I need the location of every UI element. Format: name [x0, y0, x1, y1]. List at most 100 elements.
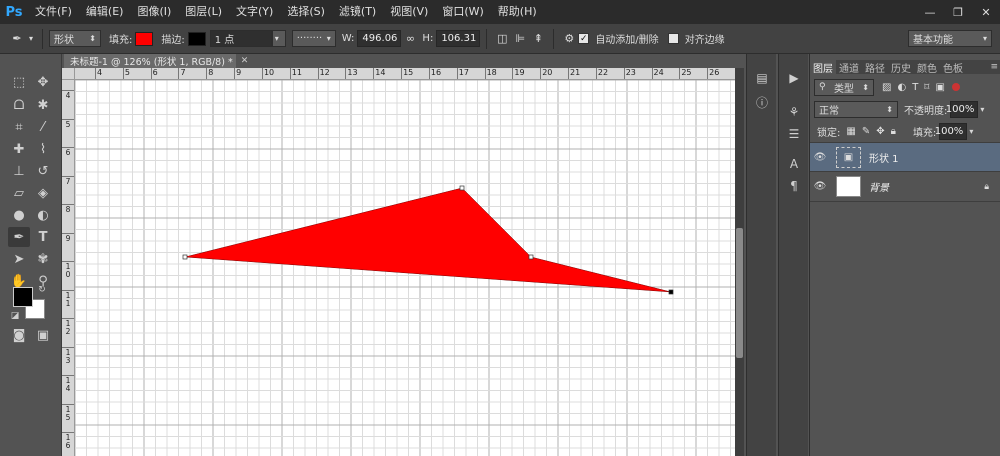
magic-wand-tool-icon[interactable]: ✱ — [32, 95, 54, 115]
path-operations-icon[interactable]: ◫ — [493, 30, 511, 48]
vertical-scrollbar[interactable] — [735, 68, 744, 456]
panel-menu-icon[interactable]: ≡ — [990, 62, 998, 72]
menu-help[interactable]: 帮助(H) — [491, 0, 544, 24]
lock-all-icon[interactable]: 🔒︎ — [891, 126, 896, 137]
marquee-tool-icon[interactable]: ⬚ — [8, 72, 30, 92]
dodge-tool-icon[interactable]: ◐ — [32, 205, 54, 225]
clone-stamp-tool-icon[interactable]: ⊥ — [8, 161, 30, 181]
brush-tool-icon[interactable]: ⌇ — [32, 139, 54, 159]
tab-layers[interactable]: 图层 — [810, 59, 836, 75]
character-panel-icon[interactable]: A — [786, 156, 802, 172]
menu-view[interactable]: 视图(V) — [383, 0, 435, 24]
tab-history[interactable]: 历史 — [888, 60, 914, 75]
ruler-label: 5 — [65, 119, 71, 129]
blur-tool-icon[interactable]: ● — [8, 205, 30, 225]
filter-smart-object-icon[interactable]: ▣ — [935, 82, 944, 93]
layer-name[interactable]: 形状 1 — [869, 150, 899, 165]
chevron-down-icon[interactable]: ▾ — [980, 105, 984, 114]
quick-mask-icon[interactable]: ◙ — [8, 325, 30, 345]
path-selection-tool-icon[interactable]: ➤ — [8, 249, 30, 269]
layer-filter-dropdown[interactable]: ⚲ 类型 ⬍ — [814, 78, 874, 96]
workspace-dropdown[interactable]: 基本功能 ▾ — [908, 30, 992, 47]
menu-file[interactable]: 文件(F) — [28, 0, 79, 24]
brush-presets-icon[interactable]: ⚘ — [786, 104, 802, 120]
fill-color-swatch[interactable] — [135, 31, 154, 46]
ruler-label: 16 — [65, 433, 71, 450]
minimize-button[interactable]: — — [916, 3, 944, 21]
history-brush-tool-icon[interactable]: ↺ — [32, 161, 54, 181]
filter-toggle[interactable] — [951, 83, 960, 91]
visibility-eye-icon[interactable]: 👁︎ — [810, 152, 830, 163]
screen-mode-icon[interactable]: ▣ — [32, 325, 54, 345]
gear-icon[interactable]: ⚙ — [560, 30, 578, 48]
close-icon[interactable]: ✕ — [241, 56, 249, 66]
fill-input[interactable]: 100% — [935, 122, 968, 140]
filter-adjustment-icon[interactable]: ◐ — [897, 82, 906, 93]
stroke-width-dropdown[interactable]: ▾ — [271, 30, 286, 47]
paragraph-panel-icon[interactable]: ¶ — [786, 178, 802, 194]
stroke-color-swatch[interactable] — [187, 31, 206, 46]
adjustments-icon[interactable]: ☰ — [786, 126, 802, 142]
height-input[interactable]: 106.31 — [436, 30, 481, 47]
tab-swatches[interactable]: 色板 — [940, 60, 966, 75]
menu-select[interactable]: 选择(S) — [280, 0, 332, 24]
ruler-corner[interactable] — [62, 68, 75, 80]
tool-mode-dropdown[interactable]: 形状 ⬍ — [49, 30, 101, 47]
width-input[interactable]: 496.06 — [357, 30, 402, 47]
eyedropper-tool-icon[interactable]: ⁄ — [32, 117, 54, 137]
visibility-eye-icon[interactable]: 👁︎ — [810, 181, 830, 192]
link-icon[interactable]: ∞ — [401, 30, 419, 48]
lock-image-icon[interactable]: ✎ — [862, 126, 870, 137]
filter-shape-icon[interactable]: ⌑ — [924, 82, 929, 93]
crop-tool-icon[interactable]: ⌗ — [8, 117, 30, 137]
restore-button[interactable]: ❐ — [944, 3, 972, 21]
filter-type-icon[interactable]: T — [912, 82, 918, 93]
swap-colors-icon[interactable]: ↻ — [36, 284, 48, 296]
tab-channels[interactable]: 通道 — [836, 60, 862, 75]
menu-edit[interactable]: 编辑(E) — [79, 0, 131, 24]
filter-pixel-icon[interactable]: ▨ — [882, 82, 891, 93]
lock-transparent-icon[interactable]: ▦ — [846, 126, 855, 137]
stroke-style-dropdown[interactable]: ········ ▾ — [291, 30, 336, 47]
menu-window[interactable]: 窗口(W) — [435, 0, 490, 24]
tab-color[interactable]: 颜色 — [914, 60, 940, 75]
paint-bucket-tool-icon[interactable]: ◈ — [32, 183, 54, 203]
custom-shape-tool-icon[interactable]: ✾ — [32, 249, 54, 269]
document-tab[interactable]: 未标题-1 @ 126% (形状 1, RGB/8) * ✕ — [64, 54, 248, 68]
opacity-input[interactable]: 100% — [946, 100, 979, 118]
layer-row[interactable]: 👁︎ 背景 🔒︎ — [810, 172, 1000, 202]
menu-type[interactable]: 文字(Y) — [229, 0, 280, 24]
tab-paths[interactable]: 路径 — [862, 60, 888, 75]
canvas[interactable] — [75, 80, 735, 456]
align-edges-checkbox[interactable] — [667, 33, 679, 44]
eraser-tool-icon[interactable]: ▱ — [8, 183, 30, 203]
info-panel-icon[interactable]: ⓘ — [754, 94, 770, 110]
close-button[interactable]: ✕ — [972, 3, 1000, 21]
ruler-horizontal[interactable]: 4 5 6 7 8 9 10 11 12 13 14 15 16 17 18 19 20 21 22 23 24 25 26 — [75, 68, 735, 80]
chevron-down-icon[interactable]: ▾ — [969, 127, 973, 136]
ruler-vertical[interactable]: 4 5 6 7 8 9 10 11 12 13 14 15 16 — [62, 80, 75, 456]
preset-dropdown-icon[interactable]: ▾ — [26, 30, 36, 48]
layer-row[interactable]: 👁︎ ▣ 形状 1 — [810, 142, 1000, 172]
default-colors-icon[interactable]: ◪ — [9, 310, 21, 322]
lock-position-icon[interactable]: ✥ — [876, 126, 884, 137]
layer-name[interactable]: 背景 — [869, 179, 889, 194]
menu-layer[interactable]: 图层(L) — [178, 0, 229, 24]
stroke-width-field[interactable]: 1 点 — [209, 30, 272, 47]
pen-tool-preset-icon[interactable]: ✒ — [8, 30, 26, 48]
properties-panel-icon[interactable]: ▤ — [754, 70, 770, 86]
type-tool-icon[interactable]: T — [32, 227, 54, 247]
menu-filter[interactable]: 滤镜(T) — [332, 0, 383, 24]
lasso-tool-icon[interactable]: ᗝ — [8, 95, 30, 115]
path-alignment-icon[interactable]: ⊫ — [511, 30, 529, 48]
blend-mode-dropdown[interactable]: 正常 ⬍ — [814, 100, 898, 118]
foreground-color-swatch[interactable] — [13, 287, 33, 307]
healing-brush-tool-icon[interactable]: ✚ — [8, 139, 30, 159]
pen-tool-icon[interactable]: ✒ — [8, 227, 30, 247]
scrollbar-thumb[interactable] — [736, 228, 743, 358]
menu-image[interactable]: 图像(I) — [130, 0, 178, 24]
move-tool-icon[interactable]: ✥ — [32, 72, 54, 92]
auto-add-delete-checkbox[interactable]: ✓ — [578, 33, 590, 44]
actions-play-icon[interactable]: ▶ — [786, 70, 802, 86]
path-arrangement-icon[interactable]: ⇞ — [529, 30, 547, 48]
